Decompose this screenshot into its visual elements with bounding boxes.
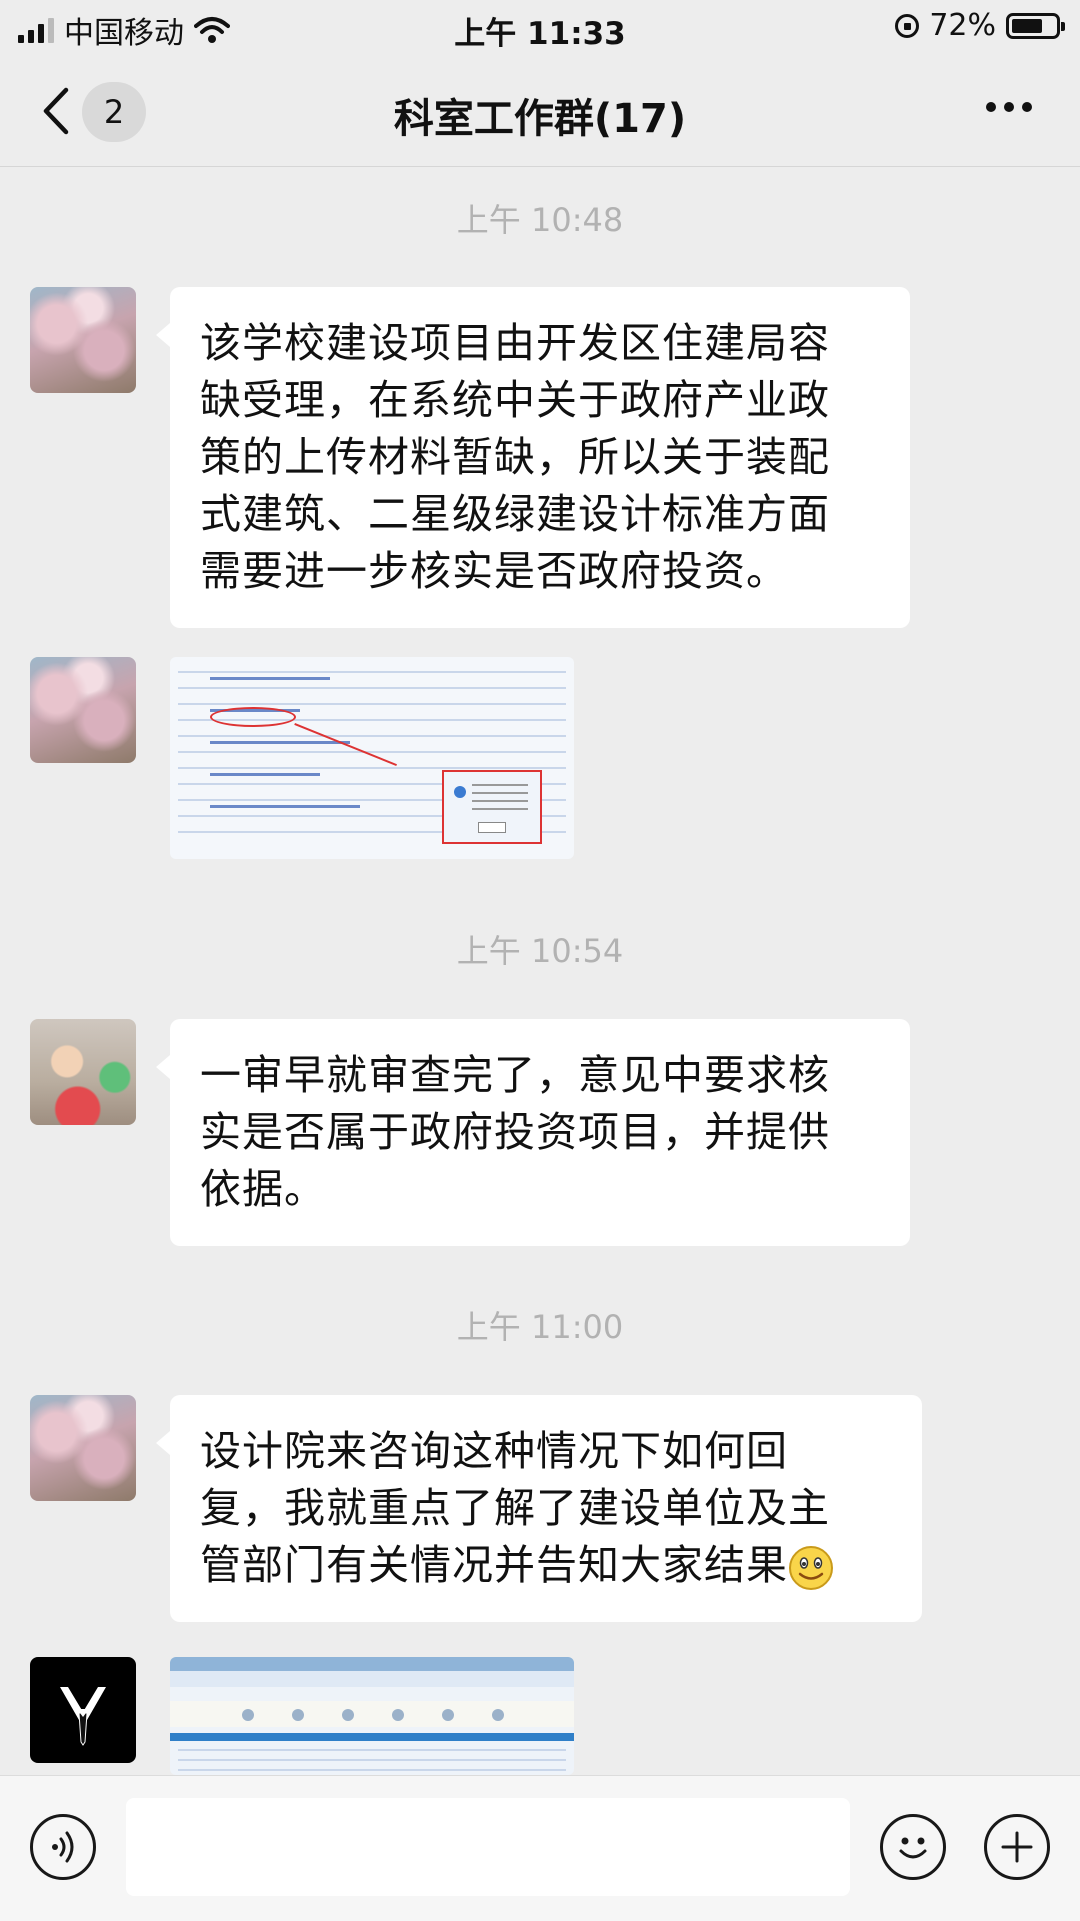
avatar[interactable] — [30, 657, 136, 763]
input-bar — [0, 1775, 1080, 1921]
timestamp: 上午 11:00 — [456, 1308, 624, 1346]
chat-header: 2 科室工作群(17) — [0, 56, 1080, 167]
rotation-lock-icon — [895, 13, 920, 38]
message-bubble[interactable]: 设计院来咨询这种情况下如何回 复，我就重点了解了建设单位及主 管部门有关情况并告… — [156, 1395, 922, 1622]
status-right: 72% — [895, 8, 1065, 43]
battery-percent: 72% — [929, 8, 996, 43]
message-line: 依据。 — [200, 1165, 326, 1213]
timestamp: 上午 10:48 — [456, 201, 624, 239]
message-line: 实是否属于政府投资项目，并提供 — [200, 1108, 830, 1156]
message-line: 需要进一步核实是否政府投资。 — [200, 547, 788, 595]
voice-icon[interactable] — [30, 1814, 96, 1880]
emoji-icon[interactable] — [880, 1814, 946, 1880]
message-bubble[interactable]: 一审早就审查完了，意见中要求核 实是否属于政府投资项目，并提供 依据。 — [156, 1019, 910, 1246]
avatar[interactable] — [30, 1657, 136, 1763]
message-line: 复，我就重点了解了建设单位及主 — [200, 1484, 830, 1532]
chat-title[interactable]: 科室工作群(17) — [0, 86, 1080, 144]
avatar[interactable] — [30, 1395, 136, 1501]
message-line: 式建筑、二星级绿建设计标准方面 — [200, 490, 830, 538]
battery-icon — [1006, 12, 1065, 39]
more-icon[interactable] — [986, 102, 1032, 112]
image-message[interactable] — [170, 1657, 574, 1775]
image-message[interactable] — [170, 657, 574, 859]
message-line: 一审早就审查完了，意见中要求核 — [200, 1051, 830, 1099]
plus-icon[interactable] — [984, 1814, 1050, 1880]
avatar[interactable] — [30, 1019, 136, 1125]
smiley-emoji — [789, 1546, 833, 1590]
message-input[interactable] — [126, 1798, 850, 1896]
message-line: 该学校建设项目由开发区住建局容 — [200, 319, 830, 367]
suit-figure-icon — [60, 1687, 106, 1746]
timestamp: 上午 10:54 — [456, 932, 624, 970]
message-bubble[interactable]: 该学校建设项目由开发区住建局容 缺受理，在系统中关于政府产业政 策的上传材料暂缺… — [156, 287, 910, 628]
avatar[interactable] — [30, 287, 136, 393]
message-line: 设计院来咨询这种情况下如何回 — [200, 1427, 788, 1475]
message-line: 缺受理，在系统中关于政府产业政 — [200, 376, 830, 424]
message-line: 策的上传材料暂缺，所以关于装配 — [200, 433, 830, 481]
message-line: 管部门有关情况并告知大家结果 — [200, 1541, 788, 1589]
status-bar: 中国移动 上午 11:33 72% — [0, 0, 1080, 56]
